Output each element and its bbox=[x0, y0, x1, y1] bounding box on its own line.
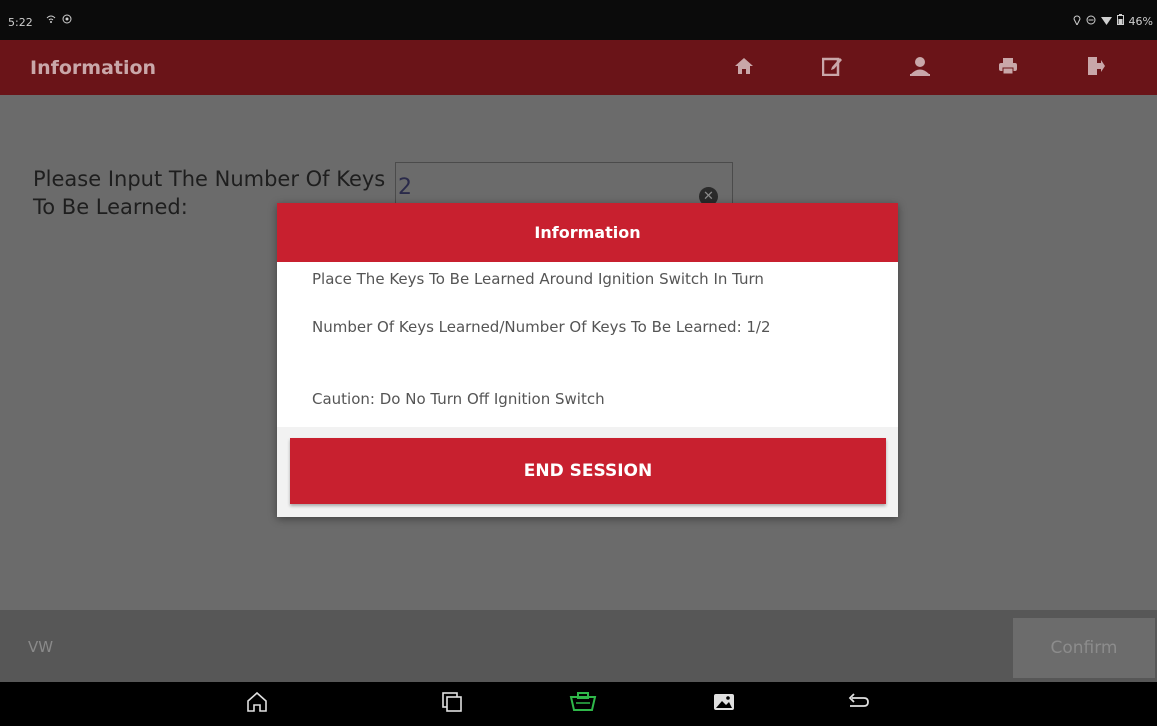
home-button[interactable] bbox=[700, 40, 788, 95]
vpn-icon bbox=[62, 14, 72, 27]
screenshot-icon bbox=[713, 692, 735, 716]
battery-percent: 46% bbox=[1128, 14, 1153, 28]
dialog-caution: Caution: Do No Turn Off Ignition Switch bbox=[312, 390, 605, 408]
edit-report-icon bbox=[821, 56, 842, 80]
android-home-button[interactable] bbox=[242, 690, 272, 718]
user-button[interactable] bbox=[876, 40, 964, 95]
status-time: 5:22 bbox=[8, 16, 33, 29]
print-button[interactable] bbox=[964, 40, 1052, 95]
battery-icon bbox=[1116, 14, 1124, 28]
key-count-value: 2 bbox=[398, 175, 412, 200]
system-nav-bar bbox=[0, 682, 1157, 726]
app-bar: Information bbox=[0, 40, 1157, 95]
dialog-progress: Number Of Keys Learned/Number Of Keys To… bbox=[312, 318, 771, 336]
user-icon bbox=[909, 56, 931, 80]
dnd-icon bbox=[1086, 15, 1096, 28]
wifi-signal-icon bbox=[1100, 15, 1112, 28]
exit-icon bbox=[1087, 56, 1105, 80]
recent-apps-icon bbox=[441, 691, 463, 717]
status-bar: 5:22 46% bbox=[0, 0, 1157, 40]
exit-button[interactable] bbox=[1052, 40, 1140, 95]
edit-report-button[interactable] bbox=[788, 40, 876, 95]
wifi-icon bbox=[46, 14, 56, 27]
home-icon bbox=[734, 57, 754, 79]
recent-apps-button[interactable] bbox=[437, 690, 467, 718]
bottom-bar: VW Confirm bbox=[0, 610, 1157, 682]
end-session-button[interactable]: END SESSION bbox=[290, 438, 886, 504]
dialog-title: Information bbox=[277, 203, 898, 262]
dialog-body: Place The Keys To Be Learned Around Igni… bbox=[277, 262, 898, 427]
information-dialog: Information Place The Keys To Be Learned… bbox=[277, 203, 898, 517]
location-icon bbox=[1073, 15, 1081, 28]
vci-connector-icon bbox=[568, 691, 598, 717]
vehicle-brand: VW bbox=[28, 638, 54, 656]
android-home-icon bbox=[246, 691, 268, 717]
back-icon bbox=[846, 692, 870, 716]
dialog-instruction: Place The Keys To Be Learned Around Igni… bbox=[312, 270, 764, 288]
print-icon bbox=[998, 57, 1018, 79]
vci-connector-button[interactable] bbox=[568, 690, 598, 718]
back-button[interactable] bbox=[843, 690, 873, 718]
confirm-button[interactable]: Confirm bbox=[1013, 618, 1155, 678]
screenshot-button[interactable] bbox=[709, 690, 739, 718]
page-title: Information bbox=[30, 57, 157, 79]
